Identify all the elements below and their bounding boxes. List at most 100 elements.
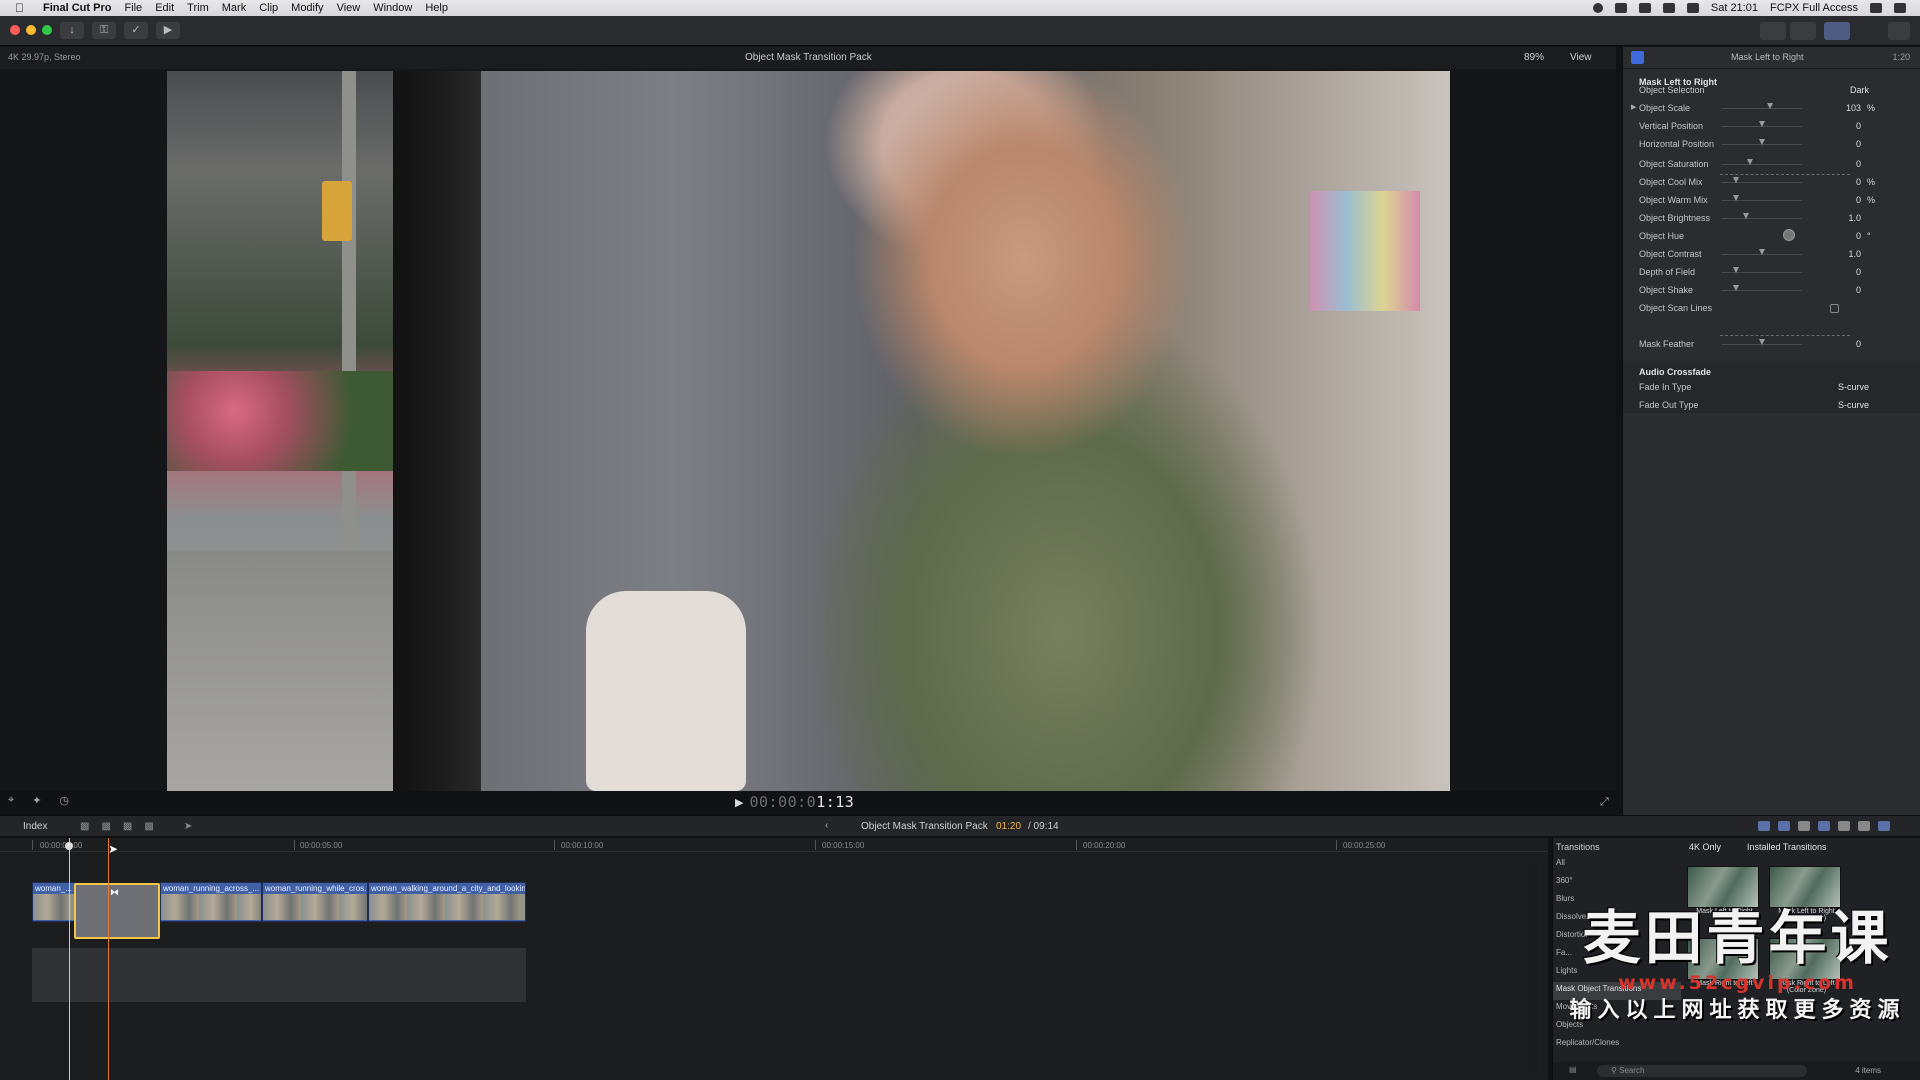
disclosure-triangle-icon[interactable]: ▶	[1631, 103, 1636, 111]
select-tool-icon[interactable]: ➤	[184, 821, 192, 832]
param-popup[interactable]: Dark	[1799, 85, 1869, 95]
transitions-search-field[interactable]: ⚲ Search	[1597, 1065, 1807, 1077]
param-slider[interactable]	[1722, 182, 1802, 183]
timecode-display[interactable]: 00:00:01:13	[749, 793, 854, 811]
viewer[interactable]	[0, 69, 1616, 791]
menu-mark[interactable]: Mark	[222, 2, 246, 14]
transition-item[interactable]: Mask Right to Left	[1687, 938, 1762, 987]
param-slider[interactable]	[1722, 218, 1802, 219]
timeline-ruler[interactable]: 00:00:00:00 00:00:05:00 00:00:10:00 00:0…	[0, 838, 1548, 852]
share-button[interactable]	[1888, 22, 1910, 40]
menu-window[interactable]: Window	[373, 2, 412, 14]
import-button[interactable]: ↓	[60, 22, 84, 39]
play-button[interactable]: ▶	[735, 796, 743, 809]
retime-tool-icon[interactable]: ◷	[59, 794, 69, 807]
airplay-icon[interactable]	[1686, 3, 1699, 13]
menu-view[interactable]: View	[337, 2, 361, 14]
param-value[interactable]: 0	[1813, 121, 1861, 131]
category-item[interactable]: Replicator/Clones	[1553, 1036, 1681, 1054]
menu-help[interactable]: Help	[425, 2, 448, 14]
record-icon[interactable]	[1592, 3, 1603, 13]
param-slider[interactable]	[1722, 108, 1802, 109]
viewer-view-menu[interactable]: View	[1570, 52, 1592, 63]
menu-clip[interactable]: Clip	[259, 2, 278, 14]
playhead-handle[interactable]	[65, 842, 73, 850]
minimize-window-button[interactable]	[26, 25, 36, 35]
param-value[interactable]: 1.0	[1813, 249, 1861, 259]
timeline-toggle-button[interactable]	[1790, 22, 1816, 40]
timeline-clip[interactable]: woman_running_across_...	[160, 882, 262, 922]
transition-item[interactable]: Mask Right to Left (Color Zone)	[1769, 938, 1844, 994]
param-value[interactable]: 0	[1813, 267, 1861, 277]
fade-in-type-popup[interactable]: S-curve	[1799, 382, 1869, 392]
menu-app-name[interactable]: Final Cut Pro	[43, 2, 111, 14]
append-clip-icon[interactable]: ▩	[123, 821, 132, 832]
solo-icon[interactable]	[1798, 821, 1810, 831]
timeline-back-icon[interactable]: ‹	[825, 820, 828, 831]
param-slider[interactable]	[1722, 272, 1802, 273]
audio-skimming-icon[interactable]	[1758, 821, 1770, 831]
inspector-toggle-button[interactable]	[1824, 22, 1850, 40]
menubar-user[interactable]: FCPX Full Access	[1770, 2, 1858, 14]
category-item[interactable]: Mask Object Transitions	[1553, 982, 1681, 1000]
transition-inspector-icon[interactable]	[1631, 51, 1644, 64]
transitions-browser-icon[interactable]	[1878, 821, 1890, 831]
timeline-clip[interactable]: woman_running_while_cros...	[262, 882, 368, 922]
transition-item[interactable]: Mask Left to Right (Color Zone)	[1769, 866, 1844, 922]
category-item[interactable]: All	[1553, 856, 1681, 874]
param-value[interactable]: 0	[1813, 177, 1861, 187]
menu-edit[interactable]: Edit	[155, 2, 174, 14]
fade-out-type-popup[interactable]: S-curve	[1799, 400, 1869, 410]
menu-modify[interactable]: Modify	[291, 2, 323, 14]
viewer-zoom-menu[interactable]: 89%	[1524, 52, 1544, 63]
param-slider[interactable]	[1722, 200, 1802, 201]
spotlight-icon[interactable]	[1870, 3, 1882, 13]
browser-layout-icon[interactable]: ▤	[1569, 1065, 1577, 1074]
category-item[interactable]: Lights	[1553, 964, 1681, 982]
skimming-icon[interactable]	[1778, 821, 1790, 831]
menu-trim[interactable]: Trim	[187, 2, 209, 14]
4k-only-toggle[interactable]: 4K Only	[1689, 842, 1721, 852]
notification-center-icon[interactable]	[1894, 3, 1906, 13]
menu-file[interactable]: File	[124, 2, 142, 14]
menubar-clock[interactable]: Sat 21:01	[1711, 2, 1758, 14]
category-item[interactable]: Distortion Warps	[1553, 928, 1681, 946]
snapping-icon[interactable]	[1818, 821, 1830, 831]
crop-tool-icon[interactable]: ⌖	[8, 794, 14, 807]
background-tasks-button[interactable]: ✓	[124, 22, 148, 39]
param-value[interactable]: 0	[1813, 139, 1861, 149]
param-value[interactable]: 1.0	[1813, 213, 1861, 223]
enhance-tool-icon[interactable]: ✦	[32, 794, 41, 807]
param-slider[interactable]	[1722, 164, 1802, 165]
libraries-toggle-button[interactable]	[1760, 22, 1786, 40]
vpn-icon[interactable]	[1638, 3, 1651, 13]
category-item[interactable]: Blurs	[1553, 892, 1681, 910]
fullscreen-icon[interactable]: ⤢	[1600, 796, 1609, 809]
playhead[interactable]	[69, 838, 70, 1080]
zoom-window-button[interactable]	[42, 25, 52, 35]
param-value[interactable]: 0	[1813, 195, 1861, 205]
bluetooth-icon[interactable]	[1614, 3, 1627, 13]
close-window-button[interactable]	[10, 25, 20, 35]
overwrite-clip-icon[interactable]: ▩	[144, 821, 153, 832]
timeline-clip[interactable]: woman_walking_around_a_city_and_lookin..…	[368, 882, 526, 922]
param-value[interactable]: 0	[1813, 285, 1861, 295]
category-item[interactable]: Dissolves	[1553, 910, 1681, 928]
param-value[interactable]: 0	[1813, 339, 1861, 349]
keywords-button[interactable]: ⚿	[92, 22, 116, 39]
timeline-scrollbar[interactable]	[1528, 862, 1538, 1072]
category-item[interactable]: Fa...	[1553, 946, 1681, 964]
param-value[interactable]: 103	[1813, 103, 1861, 113]
wifi-icon[interactable]	[1662, 3, 1675, 13]
connect-clip-icon[interactable]: ▩	[80, 821, 89, 832]
category-item[interactable]: Movements	[1553, 1000, 1681, 1018]
timeline-index-button[interactable]: Index	[23, 821, 47, 832]
share-play-button[interactable]: ▶	[156, 22, 180, 39]
installed-transitions-popup[interactable]: Installed Transitions	[1747, 842, 1827, 852]
clip-appearance-icon[interactable]	[1838, 821, 1850, 831]
param-value[interactable]: 0	[1813, 159, 1861, 169]
insert-clip-icon[interactable]: ▩	[101, 821, 110, 832]
apple-icon[interactable]: 	[15, 1, 29, 15]
param-checkbox[interactable]	[1830, 304, 1839, 313]
hue-dial[interactable]	[1783, 229, 1795, 241]
